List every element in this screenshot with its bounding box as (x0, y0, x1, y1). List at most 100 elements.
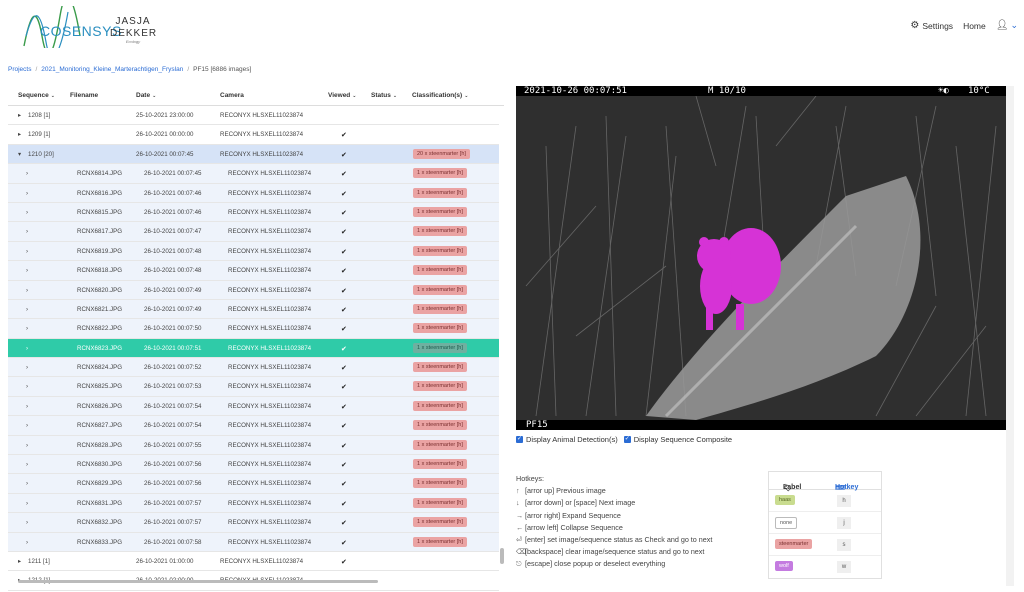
scrollbar-thumb[interactable] (500, 548, 504, 564)
label-row[interactable]: steenmarter s (769, 534, 881, 556)
table-row[interactable]: ▾ 1210 [20] 26-10-2021 00:07:45 RECONYX HLS… (8, 144, 499, 165)
date-cell: 26-10-2021 00:07:55 (144, 441, 202, 449)
table-row-selected[interactable]: › RCNX6823.JPG 26-10-2021 00:07:51 RECONYX … (8, 338, 499, 359)
col-date[interactable]: Date ⌄ (136, 92, 156, 99)
chevron-right-icon[interactable]: › (26, 519, 28, 526)
table-vertical-scrollbar[interactable] (500, 106, 504, 586)
caret-right-icon[interactable]: ▸ (18, 112, 21, 119)
caret-down-icon[interactable]: ▾ (18, 151, 21, 158)
table-row[interactable]: ▸ 1211 [1] 26-10-2021 01:00:00 RECONYX HLSX… (8, 552, 499, 572)
home-link[interactable]: Home (963, 21, 986, 31)
classification-badge[interactable]: 1 x steenmarter [h] (413, 168, 467, 179)
table-row[interactable]: › RCNX6821.JPG 26-10-2021 00:07:49 RECONYX … (8, 299, 499, 320)
chevron-right-icon[interactable]: › (26, 190, 28, 197)
breadcrumb-project[interactable]: 2021_Monitoring_Kleine_Marterachtigen_Fr… (41, 66, 183, 73)
col-sequence[interactable]: Sequence ⌄ (18, 92, 55, 99)
classification-badge[interactable]: 1 x steenmarter [h] (413, 206, 467, 217)
label-row[interactable]: haas h (769, 490, 881, 512)
table-row[interactable]: › RCNX6817.JPG 26-10-2021 00:07:47 RECONYX … (8, 222, 499, 242)
classification-badge[interactable]: 1 x steenmarter [h] (413, 478, 467, 489)
classification-badge[interactable]: 1 x steenmarter [h] (413, 265, 467, 276)
col-filename[interactable]: Filename (70, 92, 98, 99)
label-row[interactable]: wolf w (769, 556, 881, 578)
table-row[interactable]: › RCNX6828.JPG 26-10-2021 00:07:55 RECONYX … (8, 435, 499, 456)
classification-badge[interactable]: 1 x steenmarter [h] (413, 517, 467, 528)
chevron-right-icon[interactable]: › (26, 422, 28, 429)
label-pill[interactable]: steenmarter (775, 539, 813, 549)
chevron-right-icon[interactable]: › (26, 539, 28, 546)
user-menu-button[interactable]: 👤︎ ⌄ (996, 20, 1018, 31)
classification-badge[interactable]: 1 x steenmarter [h] (413, 226, 467, 237)
table-row[interactable]: › RCNX6822.JPG 26-10-2021 00:07:50 RECONYX … (8, 319, 499, 339)
chevron-right-icon[interactable]: › (26, 248, 28, 255)
table-row[interactable]: › RCNX6827.JPG 26-10-2021 00:07:54 RECONYX … (8, 416, 499, 436)
table-row[interactable]: ▸ 1208 [1] 25-10-2021 23:00:00 RECONYX HLSX… (8, 106, 499, 126)
cosensys-logo[interactable]: COSENSYS (22, 6, 121, 48)
chevron-right-icon[interactable]: › (26, 287, 28, 294)
settings-link[interactable]: ⚙ Settings (910, 20, 953, 31)
table-row[interactable]: › RCNX6819.JPG 26-10-2021 00:07:48 RECONYX … (8, 241, 499, 262)
chevron-right-icon[interactable]: › (26, 345, 28, 352)
table-row[interactable]: › RCNX6816.JPG 26-10-2021 00:07:46 RECONYX … (8, 183, 499, 203)
chevron-right-icon[interactable]: › (26, 267, 28, 274)
table-row[interactable]: › RCNX6814.JPG 26-10-2021 00:07:45 RECONYX … (8, 164, 499, 184)
col-status[interactable]: Status ⌄ (371, 92, 397, 99)
chevron-right-icon[interactable]: › (26, 306, 28, 313)
classification-badge[interactable]: 1 x steenmarter [h] (413, 342, 467, 353)
composite-checkbox[interactable]: ✓ Display Sequence Composite (623, 435, 732, 444)
chevron-right-icon[interactable]: › (26, 209, 28, 216)
chevron-right-icon[interactable]: › (26, 364, 28, 371)
table-row[interactable]: › RCNX6829.JPG 26-10-2021 00:07:56 RECONYX … (8, 474, 499, 494)
chevron-right-icon[interactable]: › (26, 170, 28, 177)
classification-badge[interactable]: 20 x steenmarter [h] (413, 148, 470, 159)
breadcrumb-projects[interactable]: Projects (8, 66, 31, 73)
table-row[interactable]: › RCNX6818.JPG 26-10-2021 00:07:48 RECONYX … (8, 261, 499, 281)
camera-trap-image[interactable]: 2021-10-26 00:07:51 M 10/10 ☀◐ 10°C PF15 (516, 86, 1006, 430)
panel-scrollbar[interactable] (1006, 86, 1014, 586)
chevron-right-icon[interactable]: › (26, 228, 28, 235)
label-row[interactable]: none j (769, 512, 881, 534)
table-row[interactable]: › RCNX6820.JPG 26-10-2021 00:07:49 RECONYX … (8, 280, 499, 300)
chevron-right-icon[interactable]: › (26, 442, 28, 449)
jasja-dekker-logo[interactable]: JASJA DEKKER Ecology (110, 16, 156, 44)
chevron-down-icon: ⌄ (1010, 20, 1018, 30)
classification-badge[interactable]: 1 x steenmarter [h] (413, 459, 467, 470)
chevron-right-icon[interactable]: › (26, 461, 28, 468)
table-row[interactable]: › RCNX6831.JPG 26-10-2021 00:07:57 RECONYX … (8, 493, 499, 514)
classification-badge[interactable]: 1 x steenmarter [h] (413, 187, 467, 198)
classification-badge[interactable]: 1 x steenmarter [h] (413, 245, 467, 256)
label-pill[interactable]: haas (775, 495, 795, 505)
classification-badge[interactable]: 1 x steenmarter [h] (413, 303, 467, 314)
table-row[interactable]: ▸ 1209 [1] 26-10-2021 00:00:00 RECONYX HLSX… (8, 125, 499, 145)
table-row[interactable]: › RCNX6826.JPG 26-10-2021 00:07:54 RECONYX … (8, 396, 499, 417)
classification-badge[interactable]: 1 x steenmarter [h] (413, 362, 467, 373)
table-row[interactable]: › RCNX6833.JPG 26-10-2021 00:07:58 RECONYX … (8, 532, 499, 552)
col-classification[interactable]: Classification(s) ⌄ (412, 92, 468, 99)
table-row[interactable]: › RCNX6815.JPG 26-10-2021 00:07:46 RECONYX … (8, 202, 499, 223)
classification-badge[interactable]: 1 x steenmarter [h] (413, 497, 467, 508)
caret-right-icon[interactable]: ▸ (18, 131, 21, 138)
table-row[interactable]: › RCNX6825.JPG 26-10-2021 00:07:53 RECONYX … (8, 377, 499, 397)
chevron-right-icon[interactable]: › (26, 383, 28, 390)
col-viewed[interactable]: Viewed ⌄ (328, 92, 356, 99)
classification-badge[interactable]: 1 x steenmarter [h] (413, 284, 467, 295)
classification-badge[interactable]: 1 x steenmarter [h] (413, 323, 467, 334)
chevron-right-icon[interactable]: › (26, 500, 28, 507)
chevron-right-icon[interactable]: › (26, 480, 28, 487)
label-pill[interactable]: none (775, 517, 798, 529)
caret-right-icon[interactable]: ▸ (18, 558, 21, 565)
classification-badge[interactable]: 1 x steenmarter [h] (413, 381, 467, 392)
classification-badge[interactable]: 1 x steenmarter [h] (413, 536, 467, 547)
classification-badge[interactable]: 1 x steenmarter [h] (413, 420, 467, 431)
col-camera[interactable]: Camera (220, 92, 244, 99)
chevron-right-icon[interactable]: › (26, 325, 28, 332)
table-row[interactable]: › RCNX6832.JPG 26-10-2021 00:07:57 RECONYX … (8, 513, 499, 533)
chevron-right-icon[interactable]: › (26, 403, 28, 410)
table-row[interactable]: › RCNX6824.JPG 26-10-2021 00:07:52 RECONYX … (8, 358, 499, 378)
label-pill[interactable]: wolf (775, 561, 793, 571)
classification-badge[interactable]: 1 x steenmarter [h] (413, 400, 467, 411)
classification-badge[interactable]: 1 x steenmarter [h] (413, 439, 467, 450)
table-horizontal-scrollbar[interactable] (18, 580, 378, 583)
table-row[interactable]: › RCNX6830.JPG 26-10-2021 00:07:56 RECONYX … (8, 455, 499, 475)
detection-checkbox[interactable]: ✓ Display Animal Detection(s) (516, 435, 618, 444)
